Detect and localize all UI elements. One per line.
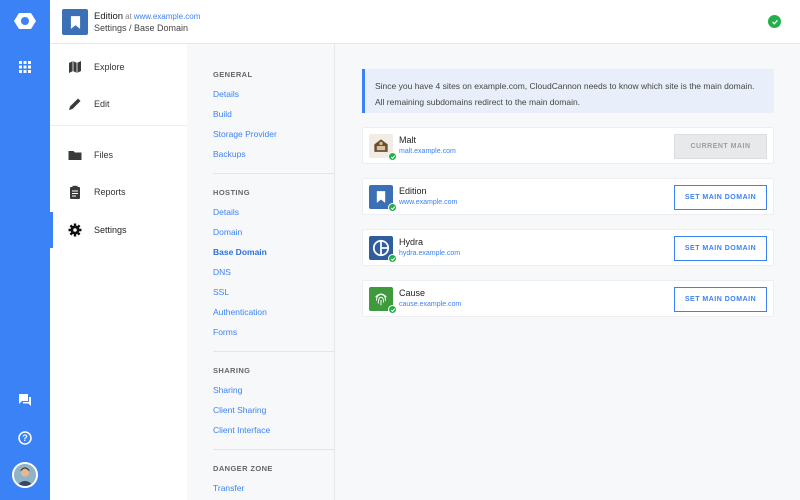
section-heading-general: GENERAL xyxy=(213,70,253,79)
verified-check-icon xyxy=(388,254,397,263)
set-main-domain-button[interactable]: SET MAIN DOMAIN xyxy=(674,185,767,210)
bookmark-icon xyxy=(376,191,386,203)
section-heading-hosting: HOSTING xyxy=(213,188,250,197)
at-label: at xyxy=(125,12,132,21)
settings-link-build[interactable]: Build xyxy=(213,109,232,119)
settings-link-transfer[interactable]: Transfer xyxy=(213,483,244,493)
settings-link-sharing[interactable]: Sharing xyxy=(213,385,242,395)
clipboard-icon xyxy=(70,185,80,199)
breadcrumb: Settings / Base Domain xyxy=(94,23,189,33)
section-divider xyxy=(213,351,335,352)
site-card-cause: Cause cause.example.com SET MAIN DOMAIN xyxy=(362,280,774,317)
settings-link-domain[interactable]: Domain xyxy=(213,227,242,237)
verified-check-icon xyxy=(388,152,397,161)
site-url-link[interactable]: malt.example.com xyxy=(399,148,456,155)
nav-label-explore: Explore xyxy=(94,62,125,72)
site-card-edition: Edition www.example.com SET MAIN DOMAIN xyxy=(362,178,774,215)
site-name: Hydra xyxy=(399,237,424,247)
settings-link-dns[interactable]: DNS xyxy=(213,267,231,277)
site-url-link[interactable]: www.example.com xyxy=(134,12,201,21)
set-main-domain-button[interactable]: SET MAIN DOMAIN xyxy=(674,236,767,261)
section-heading-sharing: SHARING xyxy=(213,366,251,375)
settings-link-authentication[interactable]: Authentication xyxy=(213,307,267,317)
chat-icon[interactable] xyxy=(18,393,32,407)
nav-item-reports[interactable]: Reports xyxy=(50,174,187,210)
section-divider xyxy=(213,449,335,450)
settings-link-hosting-details[interactable]: Details xyxy=(213,207,239,217)
app-rail: ? xyxy=(0,0,50,500)
nav-item-files[interactable]: Files xyxy=(50,137,187,173)
main-nav: Explore Edit Files Reports Settings xyxy=(50,44,187,500)
settings-link-backups[interactable]: Backups xyxy=(213,149,246,159)
avatar[interactable] xyxy=(12,462,38,488)
section-heading-danger-zone: DANGER ZONE xyxy=(213,464,273,473)
site-url-link[interactable]: hydra.example.com xyxy=(399,250,460,257)
site-thumbnail[interactable] xyxy=(62,9,88,35)
pencil-icon xyxy=(69,98,81,110)
settings-link-client-interface[interactable]: Client Interface xyxy=(213,425,270,435)
top-header: Edition at www.example.com Settings / Base… xyxy=(50,0,800,44)
current-main-button: CURRENT MAIN xyxy=(674,134,767,159)
bookmark-icon xyxy=(70,15,80,29)
verified-check-icon xyxy=(388,305,397,314)
gear-icon xyxy=(68,223,82,237)
settings-nav: GENERAL Details Build Storage Provider B… xyxy=(187,44,335,500)
site-card-hydra: Hydra hydra.example.com SET MAIN DOMAIN xyxy=(362,229,774,266)
cloudcannon-logo-icon[interactable] xyxy=(13,11,37,31)
settings-link-base-domain[interactable]: Base Domain xyxy=(213,247,267,257)
nav-divider xyxy=(50,125,187,126)
set-main-domain-button[interactable]: SET MAIN DOMAIN xyxy=(674,287,767,312)
folder-icon xyxy=(68,151,82,160)
info-callout: Since you have 4 sites on example.com, C… xyxy=(362,69,774,113)
nav-label-files: Files xyxy=(94,150,114,160)
nav-label-edit: Edit xyxy=(94,99,110,109)
site-url-link[interactable]: cause.example.com xyxy=(399,301,461,308)
hydra-logo-icon xyxy=(372,239,390,257)
settings-link-client-sharing[interactable]: Client Sharing xyxy=(213,405,266,415)
settings-link-storage-provider[interactable]: Storage Provider xyxy=(213,129,277,139)
settings-link-forms[interactable]: Forms xyxy=(213,327,237,337)
nav-item-settings[interactable]: Settings xyxy=(50,212,187,248)
site-name: Edition xyxy=(399,186,427,196)
site-name: Malt xyxy=(399,135,417,145)
nav-label-settings: Settings xyxy=(94,225,127,235)
site-name: Cause xyxy=(399,288,426,298)
site-card-malt: Malt malt.example.com CURRENT MAIN xyxy=(362,127,774,164)
apps-grid-icon[interactable] xyxy=(19,61,31,73)
site-url-link[interactable]: www.example.com xyxy=(399,199,457,206)
nav-item-edit[interactable]: Edit xyxy=(50,86,187,122)
settings-link-details[interactable]: Details xyxy=(213,89,239,99)
status-check-icon xyxy=(768,15,781,28)
nav-label-reports: Reports xyxy=(94,187,126,197)
section-divider xyxy=(213,173,335,174)
help-icon[interactable]: ? xyxy=(18,431,32,445)
fingerprint-icon xyxy=(375,293,387,306)
nav-item-explore[interactable]: Explore xyxy=(50,49,187,85)
settings-link-ssl[interactable]: SSL xyxy=(213,287,229,297)
verified-check-icon xyxy=(388,203,397,212)
map-icon xyxy=(69,61,81,73)
svg-text:?: ? xyxy=(22,433,28,443)
site-name: Edition xyxy=(94,11,124,22)
site-title: Edition at www.example.com xyxy=(94,11,200,22)
